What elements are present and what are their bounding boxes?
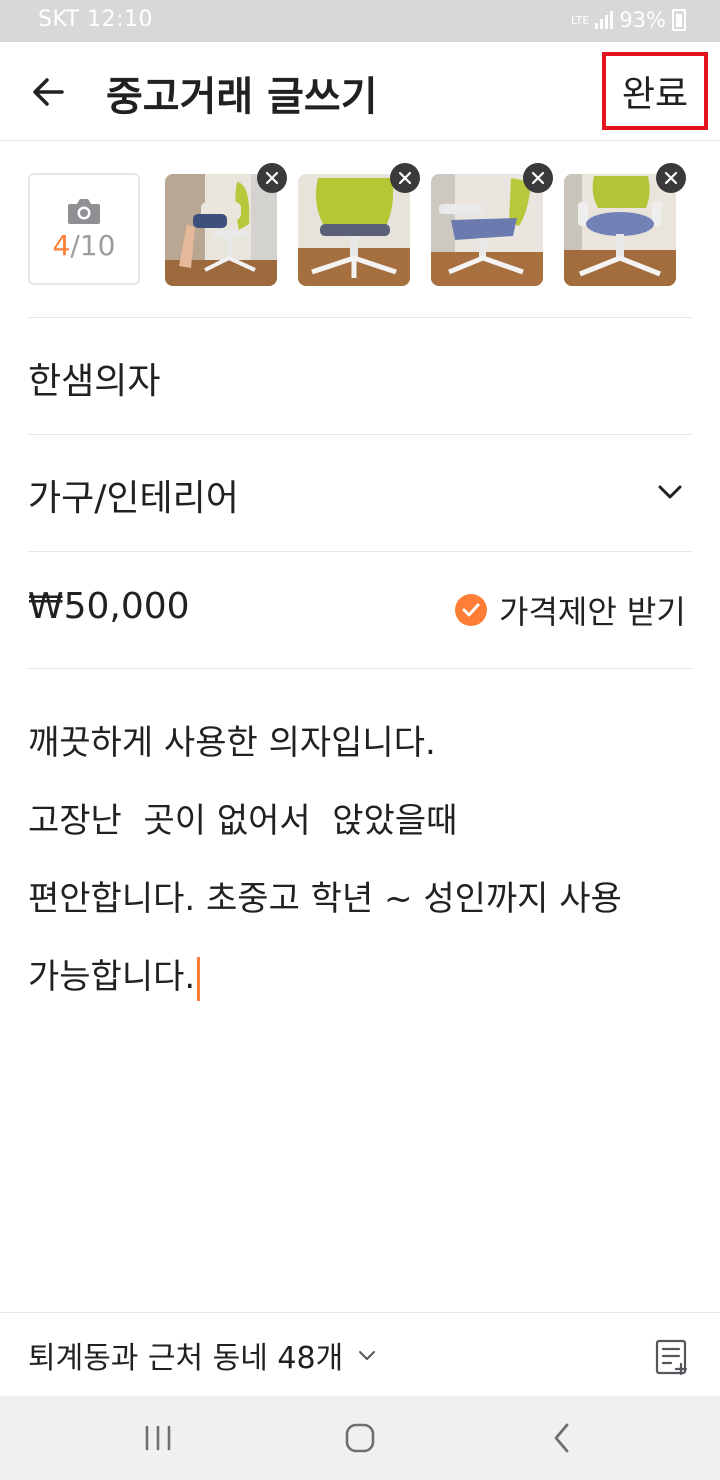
remove-photo-1-button[interactable] <box>257 163 287 193</box>
signal-icon <box>595 11 614 29</box>
status-bar: SKT 12:10 LTE 93% <box>0 0 720 42</box>
photo-count: 4/10 <box>53 229 116 262</box>
close-icon <box>265 171 279 185</box>
description-line: 깨끗하게 사용한 의자입니다. <box>28 723 436 763</box>
remove-photo-4-button[interactable] <box>656 163 686 193</box>
remove-photo-2-button[interactable] <box>390 163 420 193</box>
photo-thumbnail-4[interactable] <box>564 174 676 286</box>
system-nav-bar <box>0 1396 720 1480</box>
description-textarea[interactable]: 깨끗하게 사용한 의자입니다. 고장난 곳이 없어서 앉았을때 편안합니다. 초… <box>28 704 692 1016</box>
photo-count-max: /10 <box>70 228 116 262</box>
battery-icon <box>672 9 686 31</box>
category-select[interactable]: 가구/인테리어 <box>28 469 239 521</box>
battery-percent: 93% <box>619 8 666 32</box>
status-indicators: LTE 93% <box>571 8 686 32</box>
description-line: 가능합니다. <box>28 957 196 997</box>
saved-phrases-icon[interactable] <box>652 1337 692 1377</box>
price-offer-toggle[interactable]: 가격제안 받기 <box>455 588 686 632</box>
chevron-down-icon[interactable] <box>652 478 688 506</box>
page-title: 중고거래 글쓰기 <box>106 74 378 120</box>
camera-icon <box>68 198 100 224</box>
divider <box>28 668 692 669</box>
text-cursor <box>197 956 201 1001</box>
remove-photo-3-button[interactable] <box>523 163 553 193</box>
photo-thumbnail-3[interactable] <box>431 174 543 286</box>
system-back-button[interactable] <box>540 1416 584 1460</box>
recent-apps-icon <box>145 1425 171 1451</box>
app-header: 중고거래 글쓰기 완료 <box>0 42 720 141</box>
location-selector[interactable]: 퇴계동과 근처 동네 48개 <box>28 1333 377 1377</box>
network-type: LTE <box>571 13 590 27</box>
back-button[interactable] <box>28 70 72 114</box>
divider <box>28 551 692 552</box>
description-line: 편안합니다. 초중고 학년 ~ 성인까지 사용 <box>28 879 622 919</box>
photo-thumbnail-1[interactable] <box>165 174 277 286</box>
home-button[interactable] <box>338 1416 382 1460</box>
recent-apps-button[interactable] <box>136 1416 180 1460</box>
home-icon <box>345 1423 375 1453</box>
description-last-line: 가능합니다. <box>28 938 692 1016</box>
status-carrier-time: SKT 12:10 <box>38 7 154 32</box>
chair-photo-2 <box>298 174 410 286</box>
description-line: 고장난 곳이 없어서 앉았을때 <box>28 801 458 841</box>
chevron-down-icon <box>359 1351 376 1360</box>
done-button[interactable]: 완료 <box>602 52 708 130</box>
photo-count-current: 4 <box>52 228 71 262</box>
bottom-bar: 퇴계동과 근처 동네 48개 <box>0 1312 720 1396</box>
chair-photo-1 <box>165 174 277 286</box>
add-photo-button[interactable]: 4/10 <box>28 173 140 285</box>
close-icon <box>664 171 678 185</box>
location-label: 퇴계동과 근처 동네 48개 <box>28 1341 344 1376</box>
chair-photo-3 <box>431 174 543 286</box>
title-input[interactable]: 한샘의자 <box>28 352 160 404</box>
close-icon <box>531 171 545 185</box>
chevron-left-icon <box>554 1423 569 1453</box>
close-icon <box>398 171 412 185</box>
divider <box>28 317 692 318</box>
price-offer-label: 가격제안 받기 <box>499 593 686 631</box>
price-input[interactable]: ₩50,000 <box>28 586 190 627</box>
arrow-left-icon <box>33 78 64 106</box>
divider <box>28 434 692 435</box>
photo-thumbnail-2[interactable] <box>298 174 410 286</box>
chair-photo-4 <box>564 174 676 286</box>
photo-row: 4/10 <box>0 141 720 317</box>
check-circle-icon <box>455 594 487 626</box>
